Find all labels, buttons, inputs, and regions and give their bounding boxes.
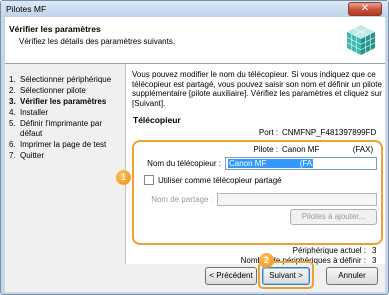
step-item: 7. Quitter <box>5 151 123 161</box>
step-label: Quitter <box>20 151 45 160</box>
step-label: Imprimer la page de test <box>20 140 107 149</box>
port-value: CNMFNP_F481397899FD <box>282 128 377 137</box>
fax-name-selection: Canon MF (FAX) <box>228 159 321 168</box>
devices-to-define-value: 3 <box>372 256 377 265</box>
step-number: 1. <box>9 75 16 84</box>
step-label: Vérifier les paramètres <box>20 97 107 106</box>
title-bar[interactable]: Pilotes MF ✕ <box>1 1 388 17</box>
section-title: Télécopieur <box>133 115 181 125</box>
step-number: 5. <box>9 119 16 128</box>
step-label: Définir l'imprimante par défaut <box>20 119 102 138</box>
share-checkbox[interactable] <box>144 175 154 185</box>
share-name-input[interactable] <box>218 194 376 205</box>
step-item: 2. Sélectionner pilote <box>5 86 123 96</box>
page-subtitle: Vérifiez les détails des paramètres suiv… <box>19 37 176 46</box>
driver-value: Canon MF (FAX) <box>282 145 374 154</box>
step-item: 4. Installer <box>5 108 123 118</box>
window-title: Pilotes MF <box>6 4 47 14</box>
callout-badge-2: 2 <box>259 253 274 268</box>
settings-panel: Vous pouvez modifier le nom du télécopie… <box>125 64 385 265</box>
step-label: Sélectionner pilote <box>20 86 86 95</box>
step-label: Sélectionner périphérique <box>20 75 112 84</box>
current-device-value: 3 <box>372 246 377 255</box>
step-number: 2. <box>9 86 16 95</box>
share-name-field[interactable] <box>217 193 377 206</box>
step-number: 6. <box>9 140 16 149</box>
step-label: Installer <box>20 108 49 117</box>
dialog-window: Pilotes MF ✕ Vérifier les paramètres Vér… <box>0 0 389 295</box>
dialog-client: Vérifier les paramètres Vérifiez les dét… <box>5 17 385 292</box>
cube-logo-icon <box>346 25 376 55</box>
close-button[interactable]: ✕ <box>348 2 382 16</box>
back-button[interactable]: < Précédent <box>205 267 257 285</box>
port-label: Port : <box>258 128 278 137</box>
step-item: 6. Imprimer la page de test <box>5 140 123 150</box>
next-button[interactable]: Suivant > <box>262 267 310 285</box>
step-number: 7. <box>9 151 16 160</box>
cancel-button[interactable]: Annuler <box>326 267 378 285</box>
share-checkbox-label[interactable]: Utiliser comme télécopieur partagé <box>158 176 282 185</box>
page-title: Vérifier les paramètres <box>9 24 101 34</box>
step-number: 3. <box>9 97 16 106</box>
fax-name-field[interactable]: Canon MF (FAX) <box>225 157 377 170</box>
wizard-header: Vérifier les paramètres Vérifiez les dét… <box>5 17 385 64</box>
fax-name-label: Nom du télécopieur : <box>147 159 221 168</box>
wizard-steps: 1. Sélectionner périphérique 2. Sélectio… <box>5 75 123 162</box>
step-item-current: 3. Vérifier les paramètres <box>5 97 123 107</box>
step-item: 1. Sélectionner périphérique <box>5 75 123 85</box>
driver-label: Pilote : <box>253 145 278 154</box>
callout-badge-1: 1 <box>116 170 131 185</box>
add-drivers-button[interactable]: Pilotes à ajouter... <box>290 209 377 225</box>
intro-text: Vous pouvez modifier le nom du télécopie… <box>132 70 382 108</box>
step-number: 4. <box>9 108 16 117</box>
share-name-label: Nom de partage : <box>151 195 213 204</box>
step-item: 5. Définir l'imprimante par défaut <box>5 119 123 139</box>
